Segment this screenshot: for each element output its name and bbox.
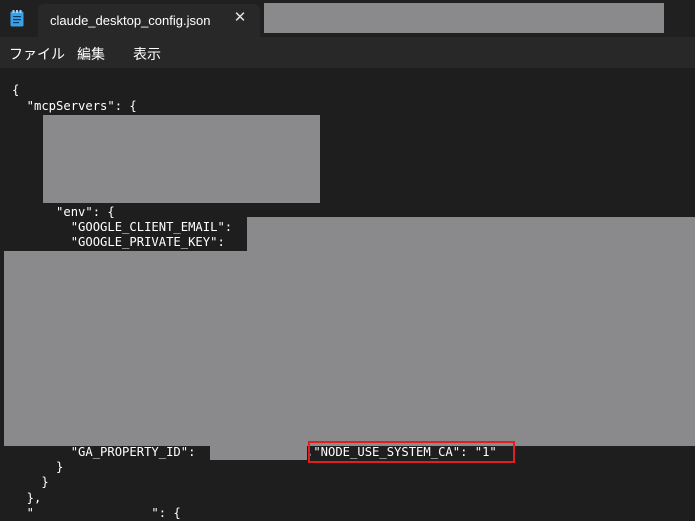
code-line: "GOOGLE_PRIVATE_KEY":: [12, 235, 225, 249]
title-bar: claude_desktop_config.json ✕: [0, 0, 695, 37]
code-line: " ": {: [12, 506, 181, 520]
code-line: },: [12, 491, 42, 505]
menu-bar: ファイル 編集 表示: [0, 37, 695, 68]
tab-active-file[interactable]: claude_desktop_config.json ✕: [38, 4, 260, 37]
redacted-region: [43, 115, 320, 203]
redacted-region: [264, 3, 664, 33]
code-line: "GA_PROPERTY_ID":: [12, 445, 196, 459]
code-line: "mcpServers": {: [12, 99, 137, 113]
highlight-annotation: [308, 441, 515, 463]
code-line: "env": {: [12, 205, 115, 219]
notepad-icon: [10, 10, 24, 27]
menu-file[interactable]: ファイル: [9, 44, 65, 64]
redacted-region: [4, 251, 695, 446]
menu-edit[interactable]: 編集: [77, 44, 105, 64]
code-line: }: [12, 475, 49, 489]
redacted-region: [247, 217, 695, 251]
code-line: }: [12, 460, 64, 474]
code-line: "GOOGLE_CLIENT_EMAIL":: [12, 220, 233, 234]
redacted-region: [210, 446, 307, 460]
code-line: {: [12, 83, 20, 97]
tab-title: claude_desktop_config.json: [50, 13, 211, 28]
close-icon[interactable]: ✕: [231, 9, 249, 27]
menu-view[interactable]: 表示: [133, 44, 161, 64]
